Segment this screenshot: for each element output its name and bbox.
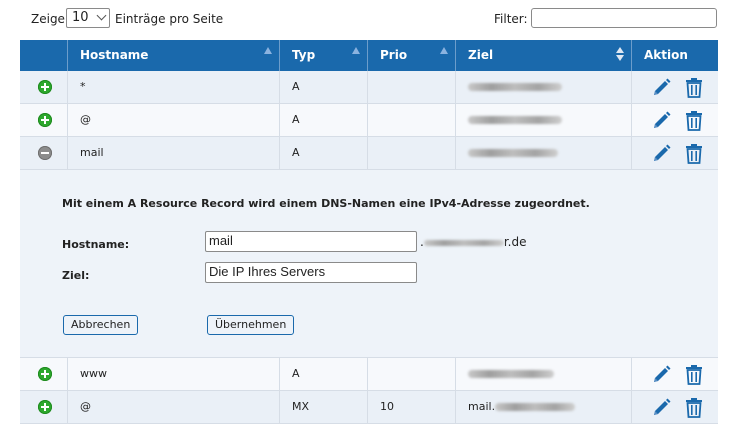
- target-cell: mail.: [456, 391, 632, 423]
- per-page-label: Zeige: [31, 12, 65, 26]
- trash-icon[interactable]: [684, 77, 704, 99]
- row-actions: [640, 104, 718, 136]
- plus-circle-icon[interactable]: [38, 113, 52, 127]
- expand-cell: [20, 104, 68, 136]
- target-input[interactable]: Die IP Ihres Servers: [205, 262, 417, 283]
- redacted-target: [468, 116, 562, 124]
- sort-arrow-icon: [264, 47, 272, 54]
- header-type[interactable]: Typ: [280, 40, 368, 71]
- filter-input[interactable]: [531, 8, 717, 28]
- target-cell: [456, 137, 632, 169]
- minus-circle-icon[interactable]: [38, 146, 52, 160]
- header-hostname[interactable]: Hostname: [68, 40, 280, 71]
- header-hostname-label: Hostname: [80, 48, 149, 62]
- prio-cell: [368, 104, 456, 136]
- redacted-target: [468, 370, 554, 378]
- target-cell: [456, 358, 632, 390]
- hostname-input[interactable]: mail: [205, 231, 417, 252]
- plus-circle-icon[interactable]: [38, 400, 52, 414]
- header-action-label: Aktion: [644, 48, 688, 62]
- chevron-down-icon: [96, 10, 107, 21]
- type-cell: A: [280, 71, 368, 103]
- plus-circle-icon[interactable]: [38, 80, 52, 94]
- table-row: * A: [20, 71, 718, 104]
- prio-cell: 10: [368, 391, 456, 423]
- type-cell: MX: [280, 391, 368, 423]
- table-row: mail A: [20, 137, 718, 170]
- table-row: @ MX 10 mail.: [20, 391, 718, 424]
- pencil-icon[interactable]: [650, 397, 672, 419]
- prio-cell: [368, 358, 456, 390]
- expand-cell: [20, 391, 68, 423]
- pencil-icon[interactable]: [650, 143, 672, 165]
- apply-button[interactable]: Übernehmen: [207, 315, 295, 335]
- per-page-suffix: Einträge pro Seite: [115, 12, 224, 26]
- table-controls: Zeige 10 Einträge pro Seite Filter:: [0, 0, 739, 38]
- trash-icon[interactable]: [684, 397, 704, 419]
- record-edit-panel: Mit einem A Resource Record wird einem D…: [20, 170, 718, 358]
- cancel-button[interactable]: Abbrechen: [63, 315, 139, 335]
- redacted-target: [468, 83, 562, 91]
- hostname-cell: @: [68, 391, 280, 423]
- expand-cell: [20, 71, 68, 103]
- header-prio-label: Prio: [380, 48, 408, 62]
- record-description: Mit einem A Resource Record wird einem D…: [62, 197, 590, 210]
- sort-arrows-icon: [616, 47, 624, 61]
- target-cell: [456, 71, 632, 103]
- target-label: Ziel:: [62, 269, 90, 282]
- expand-cell: [20, 137, 68, 169]
- target-prefix: mail.: [468, 400, 496, 413]
- table-row: www A: [20, 358, 718, 391]
- trash-icon[interactable]: [684, 143, 704, 165]
- redacted-target: [468, 149, 558, 157]
- prio-cell: [368, 71, 456, 103]
- domain-suffix-end: r.de: [503, 235, 527, 249]
- hostname-cell: mail: [68, 137, 280, 169]
- per-page-select[interactable]: 10: [66, 8, 110, 28]
- hostname-label: Hostname:: [62, 238, 130, 251]
- table-row: @ A: [20, 104, 718, 137]
- trash-icon[interactable]: [684, 110, 704, 132]
- row-actions: [640, 71, 718, 103]
- pencil-icon[interactable]: [650, 77, 672, 99]
- type-cell: A: [280, 358, 368, 390]
- dns-records-table: Hostname Typ Prio Ziel Aktion * A @ A ma…: [20, 40, 718, 424]
- redacted-domain: [423, 239, 504, 246]
- header-target-label: Ziel: [468, 48, 494, 62]
- redacted-target: [495, 403, 576, 411]
- row-actions: [640, 358, 718, 390]
- sort-arrow-icon: [352, 47, 360, 54]
- header-prio[interactable]: Prio: [368, 40, 456, 71]
- table-header: Hostname Typ Prio Ziel Aktion: [20, 40, 718, 71]
- header-action: Aktion: [632, 40, 718, 71]
- header-target[interactable]: Ziel: [456, 40, 632, 71]
- plus-circle-icon[interactable]: [38, 367, 52, 381]
- pencil-icon[interactable]: [650, 364, 672, 386]
- filter-label: Filter:: [494, 12, 528, 26]
- target-cell: [456, 104, 632, 136]
- sort-arrow-icon: [440, 47, 448, 54]
- row-actions: [640, 391, 718, 423]
- per-page-value: 10: [72, 10, 89, 25]
- expand-cell: [20, 358, 68, 390]
- type-cell: A: [280, 104, 368, 136]
- pencil-icon[interactable]: [650, 110, 672, 132]
- domain-suffix: . r.de: [420, 235, 526, 249]
- trash-icon[interactable]: [684, 364, 704, 386]
- header-expand: [20, 40, 68, 71]
- hostname-cell: *: [68, 71, 280, 103]
- prio-cell: [368, 137, 456, 169]
- row-actions: [640, 137, 718, 169]
- header-type-label: Typ: [292, 48, 316, 62]
- hostname-cell: @: [68, 104, 280, 136]
- type-cell: A: [280, 137, 368, 169]
- hostname-cell: www: [68, 358, 280, 390]
